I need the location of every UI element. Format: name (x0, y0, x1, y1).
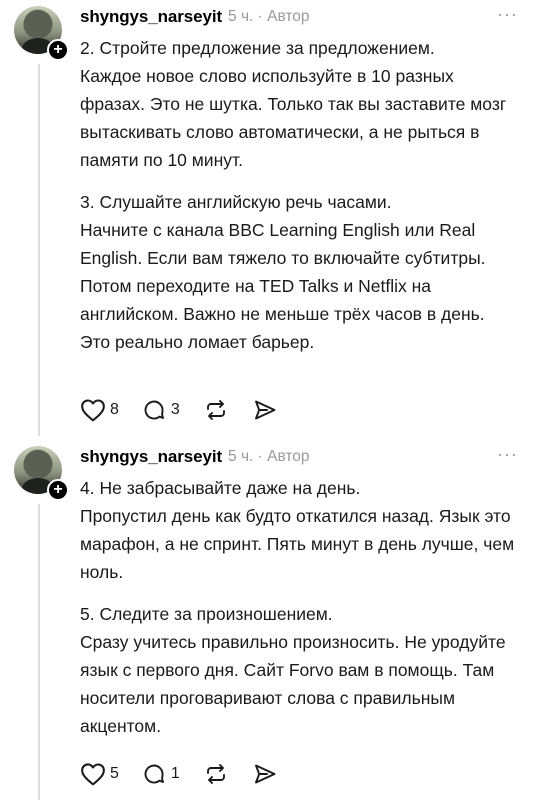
thread-post: + shyngys_narseyit 5 ч. · Автор ··· 2. С… (0, 0, 534, 436)
repost-icon (206, 400, 225, 420)
like-button[interactable]: 5 (80, 762, 119, 786)
heart-icon (81, 399, 105, 422)
thread-line (38, 64, 40, 436)
paragraph-text: Пропустил день как будто откатился назад… (80, 506, 515, 582)
like-count: 5 (110, 765, 119, 782)
post-body: 2. Стройте предложение за предложением. … (80, 34, 516, 370)
post-time: 5 ч. (228, 448, 254, 465)
post-time: 5 ч. (228, 8, 254, 25)
paragraph-heading: 4. Не забрасывайте даже на день. (80, 478, 361, 498)
share-button[interactable] (252, 398, 278, 422)
post-paragraph: 5. Следите за произношением. Сразу учите… (80, 600, 516, 740)
share-icon (254, 764, 276, 784)
paragraph-heading: 3. Слушайте английскую речь часами. (80, 192, 392, 212)
reply-button[interactable]: 3 (141, 398, 180, 422)
username[interactable]: shyngys_narseyit (80, 7, 222, 27)
post-paragraph: 3. Слушайте английскую речь часами. Начн… (80, 188, 516, 356)
paragraph-text: Каждое новое слово используйте в 10 разн… (80, 66, 507, 170)
reply-icon (144, 400, 164, 420)
repost-button[interactable] (202, 398, 230, 422)
meta-separator: · (257, 8, 263, 25)
heart-icon (81, 763, 105, 786)
post-header: shyngys_narseyit 5 ч. · Автор (80, 446, 310, 468)
reply-count: 3 (170, 401, 180, 418)
paragraph-text: Сразу учитесь правильно произносить. Не … (80, 632, 506, 736)
meta-separator: · (257, 448, 263, 465)
post-actions: 8 3 (80, 398, 300, 422)
more-options-icon[interactable]: ··· (497, 5, 518, 23)
like-button[interactable]: 8 (80, 398, 119, 422)
like-count: 8 (110, 401, 119, 418)
avatar[interactable]: + (14, 6, 72, 64)
post-body: 4. Не забрасывайте даже на день. Пропуст… (80, 474, 516, 754)
follow-plus-icon[interactable]: + (47, 479, 69, 501)
thread-line (38, 504, 40, 800)
follow-plus-icon[interactable]: + (47, 39, 69, 61)
repost-icon (206, 764, 225, 784)
post-meta: 5 ч. · Автор (228, 8, 310, 26)
more-options-icon[interactable]: ··· (497, 445, 518, 463)
post-actions: 5 1 (80, 762, 300, 786)
author-label: Автор (267, 448, 310, 465)
repost-button[interactable] (202, 762, 230, 786)
reply-count: 1 (170, 765, 180, 782)
post-meta: 5 ч. · Автор (228, 448, 310, 466)
username[interactable]: shyngys_narseyit (80, 447, 222, 467)
share-icon (254, 400, 276, 420)
post-paragraph: 2. Стройте предложение за предложением. … (80, 34, 516, 174)
post-header: shyngys_narseyit 5 ч. · Автор (80, 6, 310, 28)
paragraph-text: Начните с канала BBC Learning English ил… (80, 220, 486, 352)
thread-post: + shyngys_narseyit 5 ч. · Автор ··· 4. Н… (0, 440, 534, 800)
post-paragraph: 4. Не забрасывайте даже на день. Пропуст… (80, 474, 516, 586)
paragraph-heading: 5. Следите за произношением. (80, 604, 333, 624)
reply-button[interactable]: 1 (141, 762, 180, 786)
reply-icon (144, 764, 164, 784)
share-button[interactable] (252, 762, 278, 786)
author-label: Автор (267, 8, 310, 25)
avatar[interactable]: + (14, 446, 72, 504)
paragraph-heading: 2. Стройте предложение за предложением. (80, 38, 435, 58)
